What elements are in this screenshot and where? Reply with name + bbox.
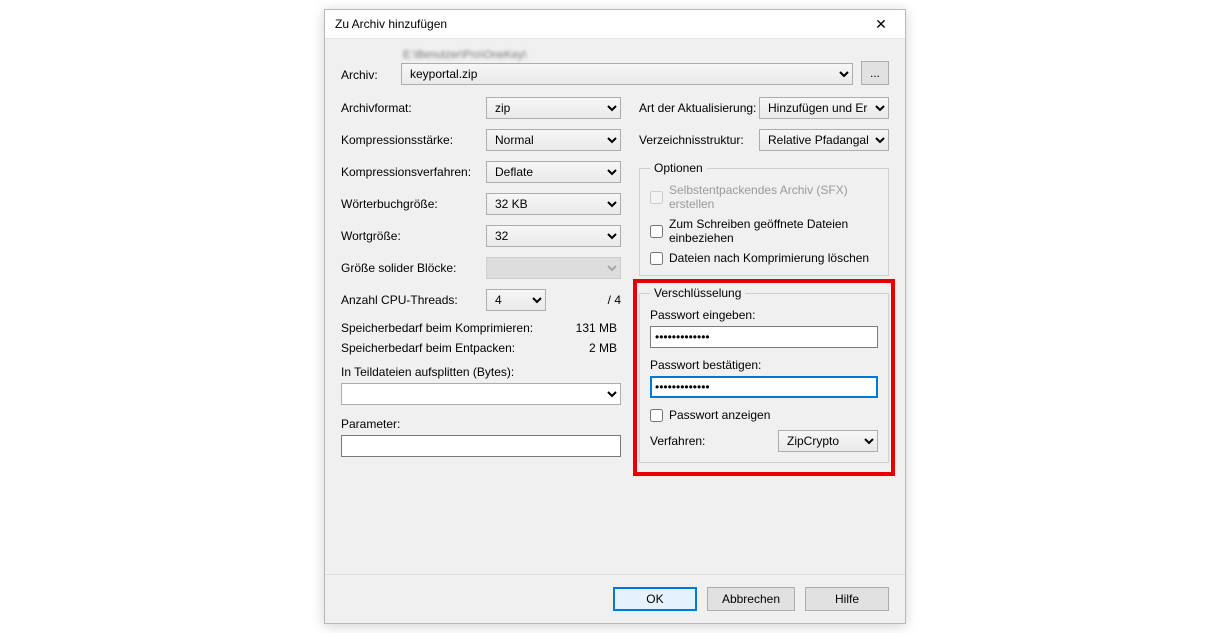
password-confirm-input[interactable] xyxy=(650,376,878,398)
sfx-checkbox xyxy=(650,191,663,204)
ellipsis-icon: ... xyxy=(870,66,880,80)
encryption-method-select[interactable]: ZipCrypto xyxy=(778,430,878,452)
encryption-legend: Verschlüsselung xyxy=(650,286,745,300)
solid-block-select xyxy=(486,257,621,279)
parameters-input[interactable] xyxy=(341,435,621,457)
encryption-section: Verschlüsselung Passwort eingeben: Passw… xyxy=(639,286,889,463)
word-size-select[interactable]: 32 xyxy=(486,225,621,247)
dict-label: Wörterbuchgröße: xyxy=(341,197,486,211)
archive-path-readonly: E:\Benutzer\Pro\OneKey\ xyxy=(401,49,853,61)
delete-after-label: Dateien nach Komprimierung löschen xyxy=(669,251,869,265)
split-volumes-combo[interactable] xyxy=(341,383,621,405)
word-label: Wortgröße: xyxy=(341,229,486,243)
path-mode-label: Verzeichnisstruktur: xyxy=(639,133,759,147)
show-password-label: Passwort anzeigen xyxy=(669,408,770,422)
password-input[interactable] xyxy=(650,326,878,348)
level-label: Kompressionsstärke: xyxy=(341,133,486,147)
archive-filename-combo[interactable]: keyportal.zip xyxy=(401,63,853,85)
sfx-checkbox-row: Selbstentpackendes Archiv (SFX) erstelle… xyxy=(650,183,878,211)
shared-files-checkbox[interactable] xyxy=(650,225,663,238)
path-mode-select[interactable]: Relative Pfadangaben xyxy=(759,129,889,151)
enc-method-label: Verfahren: xyxy=(650,434,705,448)
close-icon: ✕ xyxy=(875,16,887,33)
cpu-label: Anzahl CPU-Threads: xyxy=(341,293,486,307)
delete-after-checkbox-row[interactable]: Dateien nach Komprimierung löschen xyxy=(650,251,878,265)
password-label: Passwort eingeben: xyxy=(650,308,878,322)
dialog-footer: OK Abbrechen Hilfe xyxy=(325,574,905,623)
mem-decompress-value: 2 MB xyxy=(589,341,617,355)
options-group: Optionen Selbstentpackendes Archiv (SFX)… xyxy=(639,161,889,276)
archive-label: Archiv: xyxy=(341,68,401,85)
titlebar: Zu Archiv hinzufügen ✕ xyxy=(325,10,905,39)
help-button[interactable]: Hilfe xyxy=(805,587,889,611)
cpu-max-label: / 4 xyxy=(602,293,621,307)
solid-label: Größe solider Blöcke: xyxy=(341,261,486,275)
format-label: Archivformat: xyxy=(341,101,486,115)
cpu-threads-select[interactable]: 4 xyxy=(486,289,546,311)
password-confirm-label: Passwort bestätigen: xyxy=(650,358,878,372)
shared-files-checkbox-row[interactable]: Zum Schreiben geöffnete Dateien einbezie… xyxy=(650,217,878,245)
dictionary-size-select[interactable]: 32 KB xyxy=(486,193,621,215)
mem-decompress-label: Speicherbedarf beim Entpacken: xyxy=(341,341,515,355)
browse-button[interactable]: ... xyxy=(861,61,889,85)
show-password-checkbox[interactable] xyxy=(650,409,663,422)
update-mode-select[interactable]: Hinzufügen und Ersetzen xyxy=(759,97,889,119)
cancel-button[interactable]: Abbrechen xyxy=(707,587,795,611)
ok-button[interactable]: OK xyxy=(613,587,697,611)
mem-compress-value: 131 MB xyxy=(576,321,617,335)
mem-compress-label: Speicherbedarf beim Komprimieren: xyxy=(341,321,533,335)
window-title: Zu Archiv hinzufügen xyxy=(335,17,447,31)
archive-format-select[interactable]: zip xyxy=(486,97,621,119)
show-password-row[interactable]: Passwort anzeigen xyxy=(650,408,878,422)
close-button[interactable]: ✕ xyxy=(861,11,901,37)
sfx-checkbox-label: Selbstentpackendes Archiv (SFX) erstelle… xyxy=(669,183,878,211)
update-mode-label: Art der Aktualisierung: xyxy=(639,101,759,115)
compression-method-select[interactable]: Deflate xyxy=(486,161,621,183)
params-label: Parameter: xyxy=(341,417,621,431)
compression-level-select[interactable]: Normal xyxy=(486,129,621,151)
shared-files-label: Zum Schreiben geöffnete Dateien einbezie… xyxy=(669,217,878,245)
options-legend: Optionen xyxy=(650,161,707,175)
method-label: Kompressionsverfahren: xyxy=(341,165,486,179)
split-label: In Teildateien aufsplitten (Bytes): xyxy=(341,365,621,379)
add-to-archive-dialog: Zu Archiv hinzufügen ✕ Archiv: E:\Benutz… xyxy=(324,9,906,624)
delete-after-checkbox[interactable] xyxy=(650,252,663,265)
